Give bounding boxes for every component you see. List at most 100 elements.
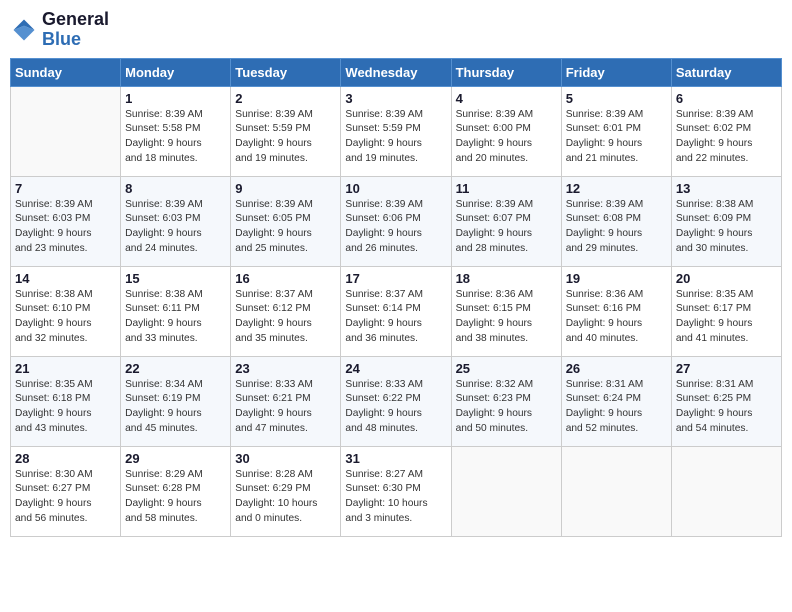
header-cell-thursday: Thursday: [451, 58, 561, 86]
day-info: Sunrise: 8:34 AM Sunset: 6:19 PM Dayligh…: [125, 378, 226, 437]
logo: General Blue: [10, 10, 109, 50]
calendar-cell: 11 Sunrise: 8:39 AM Sunset: 6:07 PM Dayli…: [451, 176, 561, 266]
day-info: Sunrise: 8:38 AM Sunset: 6:11 PM Dayligh…: [125, 288, 226, 347]
calendar-week-3: 21 Sunrise: 8:35 AM Sunset: 6:18 PM Dayli…: [11, 356, 782, 446]
calendar-cell: 18 Sunrise: 8:36 AM Sunset: 6:15 PM Dayli…: [451, 266, 561, 356]
day-number: 3: [345, 91, 446, 106]
day-number: 19: [566, 271, 667, 286]
calendar-cell: 29Sunrise: 8:29 AM Sunset: 6:28 PM Dayli…: [121, 446, 231, 536]
day-info: Sunrise: 8:38 AM Sunset: 6:09 PM Dayligh…: [676, 198, 777, 257]
day-info: Sunrise: 8:37 AM Sunset: 6:12 PM Dayligh…: [235, 288, 336, 347]
calendar-cell: 2 Sunrise: 8:39 AM Sunset: 5:59 PM Daylig…: [231, 86, 341, 176]
day-number: 2: [235, 91, 336, 106]
calendar-cell: [671, 446, 781, 536]
header-row: SundayMondayTuesdayWednesdayThursdayFrid…: [11, 58, 782, 86]
calendar-cell: 9 Sunrise: 8:39 AM Sunset: 6:05 PM Daylig…: [231, 176, 341, 266]
day-number: 24: [345, 361, 446, 376]
calendar-cell: 16Sunrise: 8:37 AM Sunset: 6:12 PM Dayli…: [231, 266, 341, 356]
day-info: Sunrise: 8:39 AM Sunset: 6:03 PM Dayligh…: [125, 198, 226, 257]
calendar-week-1: 7Sunrise: 8:39 AM Sunset: 6:03 PM Daylig…: [11, 176, 782, 266]
day-info: Sunrise: 8:36 AM Sunset: 6:16 PM Dayligh…: [566, 288, 667, 347]
day-number: 8: [125, 181, 226, 196]
day-info: Sunrise: 8:39 AM Sunset: 5:59 PM Dayligh…: [345, 108, 446, 167]
day-info: Sunrise: 8:39 AM Sunset: 6:01 PM Dayligh…: [566, 108, 667, 167]
logo-icon: [10, 16, 38, 44]
day-info: Sunrise: 8:35 AM Sunset: 6:18 PM Dayligh…: [15, 378, 116, 437]
day-number: 30: [235, 451, 336, 466]
day-number: 11: [456, 181, 557, 196]
calendar-cell: 28Sunrise: 8:30 AM Sunset: 6:27 PM Dayli…: [11, 446, 121, 536]
calendar-cell: 19 Sunrise: 8:36 AM Sunset: 6:16 PM Dayli…: [561, 266, 671, 356]
day-number: 5: [566, 91, 667, 106]
header-cell-friday: Friday: [561, 58, 671, 86]
day-info: Sunrise: 8:35 AM Sunset: 6:17 PM Dayligh…: [676, 288, 777, 347]
day-number: 25: [456, 361, 557, 376]
day-info: Sunrise: 8:37 AM Sunset: 6:14 PM Dayligh…: [345, 288, 446, 347]
day-info: Sunrise: 8:31 AM Sunset: 6:25 PM Dayligh…: [676, 378, 777, 437]
day-info: Sunrise: 8:33 AM Sunset: 6:21 PM Dayligh…: [235, 378, 336, 437]
calendar-table: SundayMondayTuesdayWednesdayThursdayFrid…: [10, 58, 782, 537]
calendar-week-0: 1 Sunrise: 8:39 AM Sunset: 5:58 PM Daylig…: [11, 86, 782, 176]
calendar-cell: [11, 86, 121, 176]
day-info: Sunrise: 8:31 AM Sunset: 6:24 PM Dayligh…: [566, 378, 667, 437]
day-info: Sunrise: 8:27 AM Sunset: 6:30 PM Dayligh…: [345, 468, 446, 527]
calendar-cell: 30 Sunrise: 8:28 AM Sunset: 6:29 PM Dayli…: [231, 446, 341, 536]
day-info: Sunrise: 8:28 AM Sunset: 6:29 PM Dayligh…: [235, 468, 336, 527]
calendar-cell: 17 Sunrise: 8:37 AM Sunset: 6:14 PM Dayli…: [341, 266, 451, 356]
header: General Blue: [10, 10, 782, 50]
day-info: Sunrise: 8:39 AM Sunset: 5:58 PM Dayligh…: [125, 108, 226, 167]
calendar-cell: 13 Sunrise: 8:38 AM Sunset: 6:09 PM Dayli…: [671, 176, 781, 266]
day-number: 31: [345, 451, 446, 466]
calendar-cell: [561, 446, 671, 536]
calendar-cell: 25 Sunrise: 8:32 AM Sunset: 6:23 PM Dayli…: [451, 356, 561, 446]
day-number: 6: [676, 91, 777, 106]
calendar-cell: 26 Sunrise: 8:31 AM Sunset: 6:24 PM Dayli…: [561, 356, 671, 446]
calendar-cell: 4Sunrise: 8:39 AM Sunset: 6:00 PM Daylig…: [451, 86, 561, 176]
calendar-cell: 14Sunrise: 8:38 AM Sunset: 6:10 PM Dayli…: [11, 266, 121, 356]
day-info: Sunrise: 8:39 AM Sunset: 5:59 PM Dayligh…: [235, 108, 336, 167]
day-info: Sunrise: 8:39 AM Sunset: 6:07 PM Dayligh…: [456, 198, 557, 257]
day-number: 12: [566, 181, 667, 196]
calendar-cell: 31 Sunrise: 8:27 AM Sunset: 6:30 PM Dayli…: [341, 446, 451, 536]
calendar-cell: 5 Sunrise: 8:39 AM Sunset: 6:01 PM Daylig…: [561, 86, 671, 176]
header-cell-monday: Monday: [121, 58, 231, 86]
header-cell-wednesday: Wednesday: [341, 58, 451, 86]
day-info: Sunrise: 8:39 AM Sunset: 6:06 PM Dayligh…: [345, 198, 446, 257]
day-info: Sunrise: 8:39 AM Sunset: 6:05 PM Dayligh…: [235, 198, 336, 257]
calendar-week-4: 28Sunrise: 8:30 AM Sunset: 6:27 PM Dayli…: [11, 446, 782, 536]
calendar-cell: 21 Sunrise: 8:35 AM Sunset: 6:18 PM Dayli…: [11, 356, 121, 446]
day-number: 22: [125, 361, 226, 376]
calendar-cell: 1 Sunrise: 8:39 AM Sunset: 5:58 PM Daylig…: [121, 86, 231, 176]
day-info: Sunrise: 8:38 AM Sunset: 6:10 PM Dayligh…: [15, 288, 116, 347]
calendar-body: 1 Sunrise: 8:39 AM Sunset: 5:58 PM Daylig…: [11, 86, 782, 536]
day-number: 26: [566, 361, 667, 376]
day-info: Sunrise: 8:39 AM Sunset: 6:03 PM Dayligh…: [15, 198, 116, 257]
calendar-cell: 10Sunrise: 8:39 AM Sunset: 6:06 PM Dayli…: [341, 176, 451, 266]
calendar-cell: 8 Sunrise: 8:39 AM Sunset: 6:03 PM Daylig…: [121, 176, 231, 266]
calendar-header: SundayMondayTuesdayWednesdayThursdayFrid…: [11, 58, 782, 86]
day-number: 17: [345, 271, 446, 286]
header-cell-sunday: Sunday: [11, 58, 121, 86]
day-number: 9: [235, 181, 336, 196]
day-number: 1: [125, 91, 226, 106]
header-cell-saturday: Saturday: [671, 58, 781, 86]
calendar-cell: [451, 446, 561, 536]
calendar-cell: 6 Sunrise: 8:39 AM Sunset: 6:02 PM Daylig…: [671, 86, 781, 176]
day-info: Sunrise: 8:39 AM Sunset: 6:08 PM Dayligh…: [566, 198, 667, 257]
day-number: 20: [676, 271, 777, 286]
calendar-cell: 22 Sunrise: 8:34 AM Sunset: 6:19 PM Dayli…: [121, 356, 231, 446]
day-info: Sunrise: 8:32 AM Sunset: 6:23 PM Dayligh…: [456, 378, 557, 437]
day-number: 13: [676, 181, 777, 196]
day-info: Sunrise: 8:33 AM Sunset: 6:22 PM Dayligh…: [345, 378, 446, 437]
day-number: 21: [15, 361, 116, 376]
day-number: 4: [456, 91, 557, 106]
day-info: Sunrise: 8:39 AM Sunset: 6:02 PM Dayligh…: [676, 108, 777, 167]
day-info: Sunrise: 8:30 AM Sunset: 6:27 PM Dayligh…: [15, 468, 116, 527]
calendar-cell: 3 Sunrise: 8:39 AM Sunset: 5:59 PM Daylig…: [341, 86, 451, 176]
logo-text: General Blue: [42, 10, 109, 50]
calendar-cell: 12 Sunrise: 8:39 AM Sunset: 6:08 PM Dayli…: [561, 176, 671, 266]
day-info: Sunrise: 8:36 AM Sunset: 6:15 PM Dayligh…: [456, 288, 557, 347]
calendar-cell: 7Sunrise: 8:39 AM Sunset: 6:03 PM Daylig…: [11, 176, 121, 266]
day-number: 18: [456, 271, 557, 286]
calendar-cell: 27Sunrise: 8:31 AM Sunset: 6:25 PM Dayli…: [671, 356, 781, 446]
